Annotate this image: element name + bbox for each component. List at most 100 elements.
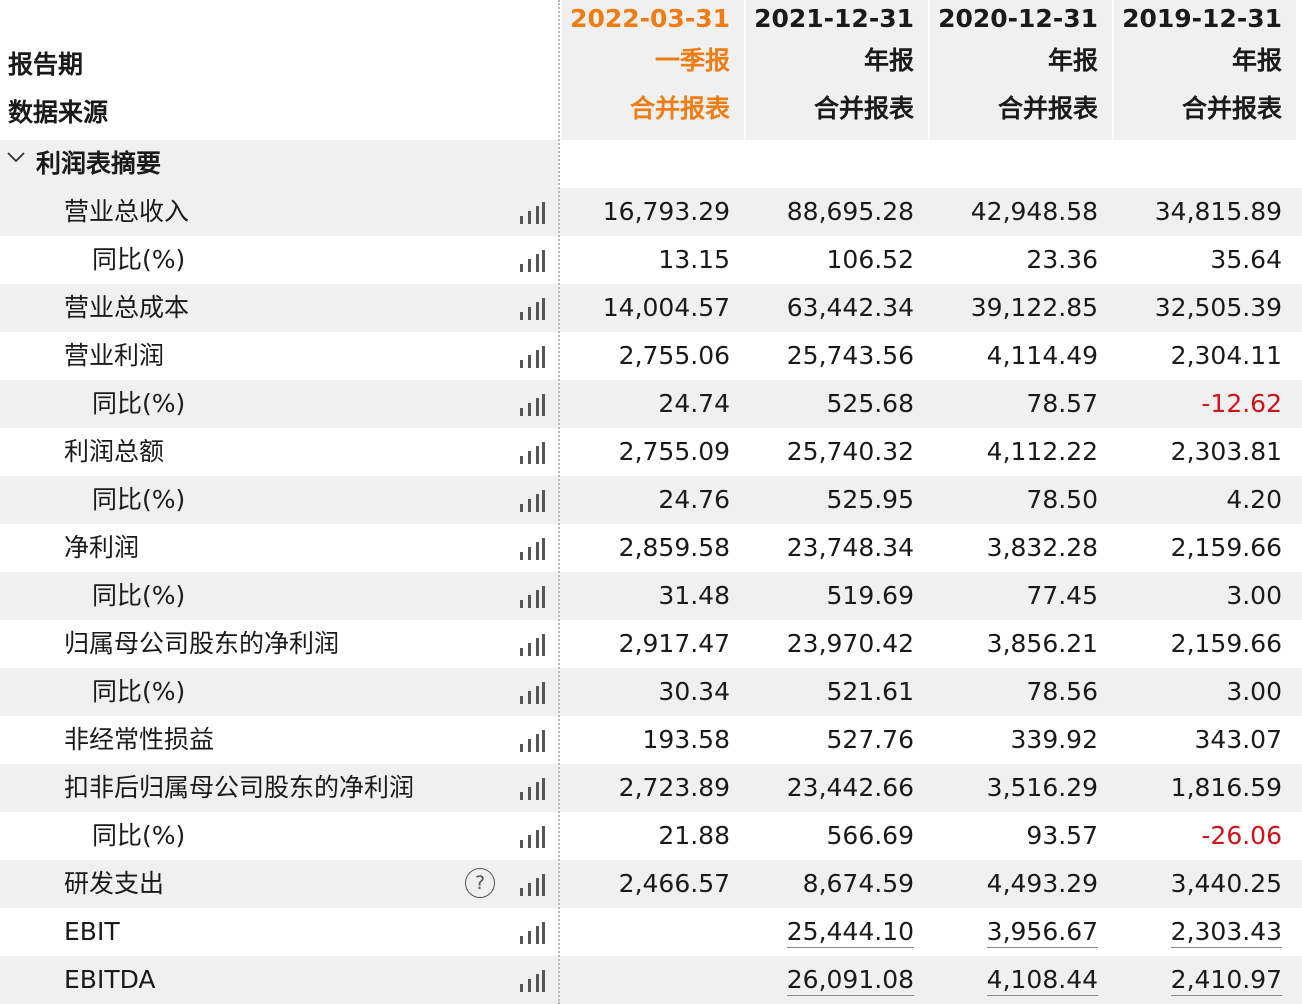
- bar-chart-icon[interactable]: [519, 970, 545, 992]
- value-cell[interactable]: 14,004.57: [560, 284, 730, 332]
- value-cell[interactable]: 63,442.34: [744, 284, 914, 332]
- value-cell[interactable]: 3.00: [1112, 572, 1282, 620]
- table-row[interactable]: 同比(%) 21.88 566.69 93.57 -26.06: [0, 812, 1302, 860]
- column-header-date[interactable]: 2019-12-31: [1102, 0, 1282, 42]
- value-cell[interactable]: 13.15: [560, 236, 730, 284]
- table-row[interactable]: 扣非后归属母公司股东的净利润 2,723.89 23,442.66 3,516.29 1…: [0, 764, 1302, 812]
- column-header-date[interactable]: 2022-03-31: [550, 0, 730, 42]
- value-cell[interactable]: 4,114.49: [928, 332, 1098, 380]
- value-cell[interactable]: 566.69: [744, 812, 914, 860]
- value-cell[interactable]: 93.57: [928, 812, 1098, 860]
- value-cell[interactable]: 3,440.25: [1112, 860, 1282, 908]
- value-cell[interactable]: 2,304.11: [1112, 332, 1282, 380]
- value-cell[interactable]: 23.36: [928, 236, 1098, 284]
- value-cell[interactable]: 78.50: [928, 476, 1098, 524]
- table-row[interactable]: 同比(%) 31.48 519.69 77.45 3.00: [0, 572, 1302, 620]
- value-cell[interactable]: 88,695.28: [744, 188, 914, 236]
- value-cell[interactable]: 26,091.08: [744, 956, 914, 1004]
- value-cell[interactable]: 525.95: [744, 476, 914, 524]
- table-row[interactable]: EBITDA 26,091.08 4,108.44 2,410.97: [0, 956, 1302, 1004]
- table-row[interactable]: 研发支出? 2,466.57 8,674.59 4,493.29 3,440.25: [0, 860, 1302, 908]
- value-cell[interactable]: 2,303.43: [1112, 908, 1282, 956]
- value-cell[interactable]: 519.69: [744, 572, 914, 620]
- value-cell[interactable]: 2,755.06: [560, 332, 730, 380]
- table-row[interactable]: 营业利润 2,755.06 25,743.56 4,114.49 2,304.11: [0, 332, 1302, 380]
- value-cell[interactable]: 2,159.66: [1112, 524, 1282, 572]
- value-cell[interactable]: 2,723.89: [560, 764, 730, 812]
- value-cell[interactable]: 24.76: [560, 476, 730, 524]
- value-cell[interactable]: 106.52: [744, 236, 914, 284]
- value-cell[interactable]: 24.74: [560, 380, 730, 428]
- value-cell[interactable]: 2,303.81: [1112, 428, 1282, 476]
- value-cell[interactable]: 31.48: [560, 572, 730, 620]
- value-cell[interactable]: 1,816.59: [1112, 764, 1282, 812]
- value-cell[interactable]: 343.07: [1112, 716, 1282, 764]
- value-cell[interactable]: 4.20: [1112, 476, 1282, 524]
- value-cell[interactable]: 3,832.28: [928, 524, 1098, 572]
- value-cell[interactable]: 34,815.89: [1112, 188, 1282, 236]
- value-cell[interactable]: 78.56: [928, 668, 1098, 716]
- table-row[interactable]: 同比(%) 24.74 525.68 78.57 -12.62: [0, 380, 1302, 428]
- value-cell[interactable]: 2,466.57: [560, 860, 730, 908]
- bar-chart-icon[interactable]: [519, 730, 545, 752]
- value-cell[interactable]: 527.76: [744, 716, 914, 764]
- value-cell[interactable]: 2,159.66: [1112, 620, 1282, 668]
- value-cell[interactable]: 3,856.21: [928, 620, 1098, 668]
- table-row[interactable]: 同比(%) 13.15 106.52 23.36 35.64: [0, 236, 1302, 284]
- value-cell[interactable]: 25,743.56: [744, 332, 914, 380]
- value-cell[interactable]: 525.68: [744, 380, 914, 428]
- bar-chart-icon[interactable]: [519, 682, 545, 704]
- bar-chart-icon[interactable]: [519, 634, 545, 656]
- value-cell[interactable]: 3,956.67: [928, 908, 1098, 956]
- chevron-down-icon[interactable]: [6, 146, 26, 172]
- section-income-summary[interactable]: 利润表摘要: [0, 140, 558, 188]
- table-row[interactable]: 同比(%) 30.34 521.61 78.56 3.00: [0, 668, 1302, 716]
- bar-chart-icon[interactable]: [519, 442, 545, 464]
- column-header-date[interactable]: 2021-12-31: [734, 0, 914, 42]
- table-row[interactable]: 非经常性损益 193.58 527.76 339.92 343.07: [0, 716, 1302, 764]
- value-cell[interactable]: 3,516.29: [928, 764, 1098, 812]
- bar-chart-icon[interactable]: [519, 490, 545, 512]
- value-cell[interactable]: 21.88: [560, 812, 730, 860]
- value-cell[interactable]: -12.62: [1112, 380, 1282, 428]
- value-cell[interactable]: 25,740.32: [744, 428, 914, 476]
- value-cell[interactable]: 2,410.97: [1112, 956, 1282, 1004]
- value-cell[interactable]: 39,122.85: [928, 284, 1098, 332]
- value-cell[interactable]: 521.61: [744, 668, 914, 716]
- bar-chart-icon[interactable]: [519, 874, 545, 896]
- bar-chart-icon[interactable]: [519, 538, 545, 560]
- column-header-date[interactable]: 2020-12-31: [918, 0, 1098, 42]
- value-cell[interactable]: 2,755.09: [560, 428, 730, 476]
- value-cell[interactable]: 4,108.44: [928, 956, 1098, 1004]
- value-cell[interactable]: 4,112.22: [928, 428, 1098, 476]
- value-cell[interactable]: 78.57: [928, 380, 1098, 428]
- value-cell[interactable]: 42,948.58: [928, 188, 1098, 236]
- value-cell[interactable]: [560, 908, 730, 956]
- bar-chart-icon[interactable]: [519, 250, 545, 272]
- table-row[interactable]: 净利润 2,859.58 23,748.34 3,832.28 2,159.66: [0, 524, 1302, 572]
- value-cell[interactable]: 16,793.29: [560, 188, 730, 236]
- bar-chart-icon[interactable]: [519, 778, 545, 800]
- value-cell[interactable]: 32,505.39: [1112, 284, 1282, 332]
- value-cell[interactable]: 2,917.47: [560, 620, 730, 668]
- table-row[interactable]: EBIT 25,444.10 3,956.67 2,303.43: [0, 908, 1302, 956]
- value-cell[interactable]: 23,970.42: [744, 620, 914, 668]
- value-cell[interactable]: 2,859.58: [560, 524, 730, 572]
- value-cell[interactable]: 23,442.66: [744, 764, 914, 812]
- bar-chart-icon[interactable]: [519, 298, 545, 320]
- value-cell[interactable]: 193.58: [560, 716, 730, 764]
- value-cell[interactable]: 3.00: [1112, 668, 1282, 716]
- help-icon[interactable]: ?: [465, 868, 495, 898]
- bar-chart-icon[interactable]: [519, 922, 545, 944]
- table-row[interactable]: 营业总成本 14,004.57 63,442.34 39,122.85 32,505.3…: [0, 284, 1302, 332]
- bar-chart-icon[interactable]: [519, 346, 545, 368]
- value-cell[interactable]: 23,748.34: [744, 524, 914, 572]
- bar-chart-icon[interactable]: [519, 202, 545, 224]
- bar-chart-icon[interactable]: [519, 826, 545, 848]
- value-cell[interactable]: 8,674.59: [744, 860, 914, 908]
- bar-chart-icon[interactable]: [519, 394, 545, 416]
- value-cell[interactable]: 30.34: [560, 668, 730, 716]
- value-cell[interactable]: 35.64: [1112, 236, 1282, 284]
- table-row[interactable]: 营业总收入 16,793.29 88,695.28 42,948.58 34,815.8…: [0, 188, 1302, 236]
- value-cell[interactable]: -26.06: [1112, 812, 1282, 860]
